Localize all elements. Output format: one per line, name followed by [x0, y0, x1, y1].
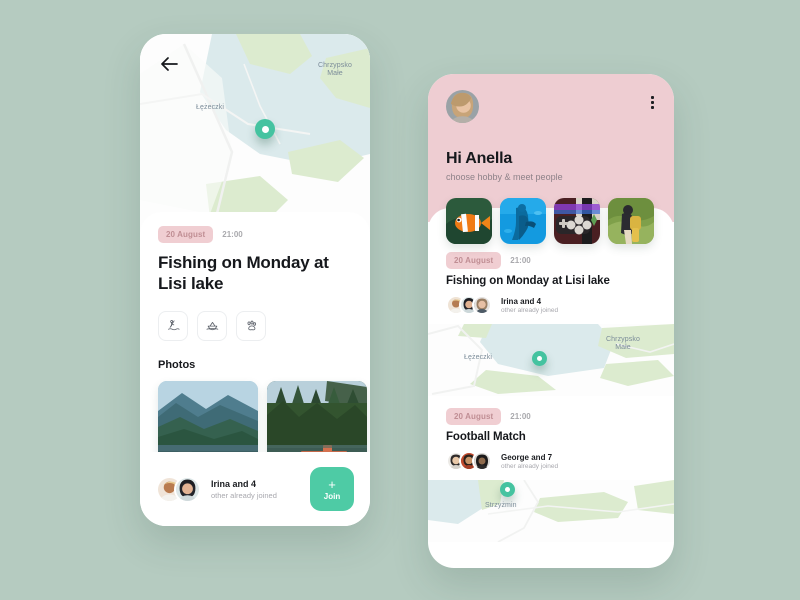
event-title: Fishing on Monday at Lisi lake: [446, 275, 610, 287]
joined-text: George and 7 other already joined: [501, 453, 558, 470]
avatar: [174, 475, 201, 503]
map-label: Łężeczki: [464, 354, 493, 361]
map-label: Strzyżmin: [485, 502, 517, 509]
joined-avatars: [446, 295, 492, 315]
category-icons: [158, 310, 352, 341]
avatar: [472, 451, 492, 471]
greeting-title: Hi Anella: [446, 150, 513, 167]
feed-event-item[interactable]: 20 August 21:00 Football Match George an…: [428, 396, 674, 480]
fishing-icon: [167, 320, 180, 331]
home-feed-phone: Hi Anella choose hobby & meet people 20 …: [428, 74, 674, 568]
date-badge: 20 August: [446, 408, 502, 425]
joined-main: Irina and 4: [211, 478, 257, 489]
joined-row: Irina and 4 other already joined: [446, 295, 656, 315]
feed-event-map[interactable]: Strzyżmin: [428, 480, 674, 542]
join-bar: Irina and 4 other already joined + Join: [140, 452, 370, 526]
event-feed: 20 August 21:00 Fishing on Monday at Lis…: [428, 208, 674, 542]
event-time: 21:00: [510, 412, 531, 421]
location-pin[interactable]: [500, 482, 515, 497]
hobby-carousel[interactable]: [446, 198, 654, 244]
profile-avatar[interactable]: [446, 90, 479, 123]
arrow-left-icon: [160, 57, 178, 71]
hobby-card-hiking[interactable]: [608, 198, 654, 244]
category-fishing[interactable]: [158, 310, 188, 341]
event-meta: 20 August 21:00: [446, 408, 656, 425]
event-title: Fishing on Monday at Lisi lake: [158, 253, 329, 294]
category-boating[interactable]: [197, 310, 227, 341]
location-pin[interactable]: [255, 119, 275, 139]
joined-sub: other already joined: [501, 306, 559, 314]
joined-main: Irina and 4: [501, 296, 542, 306]
category-pets[interactable]: [236, 310, 266, 341]
boat-icon: [205, 321, 218, 331]
hobby-card-scuba-diving[interactable]: [500, 198, 546, 244]
greeting-subtitle: choose hobby & meet people: [446, 172, 563, 182]
back-button[interactable]: [157, 52, 181, 76]
feed-event-map[interactable]: Łężeczki Chrzypsko Małe: [428, 324, 674, 396]
map-label: Chrzypsko Małe: [318, 62, 352, 78]
paw-icon: [247, 320, 256, 331]
feed-event-item[interactable]: 20 August 21:00 Fishing on Monday at Lis…: [428, 252, 674, 324]
joined-row: George and 7 other already joined: [446, 451, 656, 471]
joined-text: Irina and 4 other already joined: [211, 479, 277, 500]
join-label: Join: [323, 491, 341, 501]
hobby-card-aquarium-fish[interactable]: [446, 198, 492, 244]
joined-avatars: [156, 475, 201, 503]
join-button[interactable]: + Join: [310, 467, 354, 511]
joined-sub: other already joined: [501, 462, 559, 470]
photos-heading: Photos: [158, 358, 196, 371]
joined-text: Irina and 4 other already joined: [501, 297, 558, 314]
date-badge: 20 August: [446, 252, 502, 269]
date-badge: 20 August: [158, 226, 214, 243]
joined-sub: other already joined: [211, 490, 277, 500]
map-label: Chrzypsko Małe: [606, 336, 640, 352]
hobby-card-gaming[interactable]: [554, 198, 600, 244]
event-time: 21:00: [222, 230, 243, 239]
event-title: Football Match: [446, 431, 526, 443]
plus-icon: +: [328, 476, 336, 492]
map-label: Łężeczki: [196, 104, 225, 111]
event-meta: 20 August 21:00: [446, 252, 656, 269]
location-pin[interactable]: [532, 351, 547, 366]
event-time: 21:00: [510, 256, 531, 265]
event-detail-phone: Łężeczki Chrzypsko Małe 20 August 21:00 …: [140, 34, 370, 526]
joined-main: George and 7: [501, 452, 553, 462]
joined-avatars: [446, 451, 492, 471]
kebab-menu-icon[interactable]: [651, 96, 654, 109]
avatar: [472, 295, 492, 315]
event-meta: 20 August 21:00: [158, 226, 352, 243]
